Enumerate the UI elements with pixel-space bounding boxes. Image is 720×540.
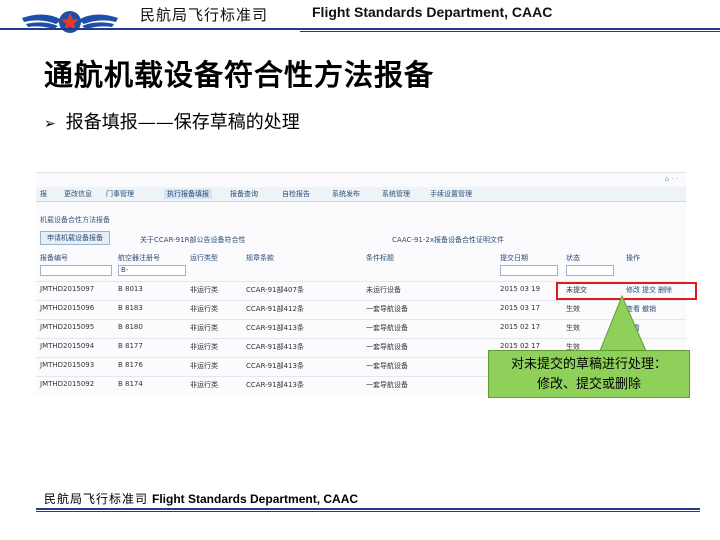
table-cell-rule: CCAR-91部413条 <box>246 343 304 351</box>
table-cell-item: 一套导航设备 <box>366 362 408 370</box>
footer-en: Flight Standards Department, CAAC <box>152 492 359 506</box>
nav-item[interactable]: 系统管理 <box>382 189 410 199</box>
table-cell-item: 一套导航设备 <box>366 381 408 389</box>
row-action-link[interactable]: 查看 <box>626 323 640 333</box>
top-corner-link[interactable]: ⌂ · · <box>665 175 678 183</box>
callout-line-2: 修改、提交或删除 <box>536 377 641 392</box>
column-header: 报备编号 <box>40 254 68 262</box>
filter-date-input[interactable] <box>500 265 558 276</box>
nav-item[interactable]: 手续设置管理 <box>430 189 472 199</box>
nav-item[interactable]: 更改信息 <box>64 189 92 199</box>
table-cell-item: 一套导航设备 <box>366 324 408 332</box>
table-cell-id: JMTHD2015097 <box>40 285 95 293</box>
filter-status-select[interactable] <box>566 265 614 276</box>
column-header: 提交日期 <box>500 254 528 262</box>
row-action-link[interactable]: 查看 <box>626 304 640 314</box>
notice-link[interactable]: CAAC-91-2x报备设备合性证明文件 <box>392 235 504 245</box>
breadcrumb: 机载设备合性方法报备 <box>40 216 110 224</box>
row-action-link[interactable]: 撤销 <box>642 304 656 314</box>
row-divider <box>36 319 686 320</box>
table-cell-reg: B 8174 <box>118 380 143 388</box>
bullet-text: 报备填报——保存草稿的处理 <box>65 112 300 133</box>
header-rule-thin <box>300 31 720 32</box>
nav-item[interactable]: 系统发布 <box>332 189 360 199</box>
highlight-box <box>556 282 697 300</box>
nav-item[interactable]: 报备查询 <box>230 189 258 199</box>
apply-button[interactable]: 申请机载设备报备 <box>40 231 110 245</box>
header-department-cn: 民航局飞行标准司 <box>140 6 269 24</box>
row-divider <box>36 338 686 339</box>
table-cell-date: 2015 02 17 <box>500 342 541 350</box>
filter-reg-input[interactable]: B- <box>118 265 186 276</box>
table-cell-type: 非运行类 <box>190 305 218 313</box>
table-cell-type: 非运行类 <box>190 343 218 351</box>
caac-logo <box>22 11 118 33</box>
bullet-item: ➢ 报备填报——保存草稿的处理 <box>44 108 300 134</box>
table-cell-item: 一套导航设备 <box>366 343 408 351</box>
table-cell-item: 未运行设备 <box>366 286 401 294</box>
notice-link[interactable]: 关于CCAR-91R部公告设备符合性 <box>140 235 245 245</box>
column-header: 操作 <box>626 254 640 262</box>
table-cell-date: 2015 02 17 <box>500 323 541 331</box>
table-cell-reg: B 8013 <box>118 285 143 293</box>
table-cell-id: JMTHD2015092 <box>40 380 95 388</box>
header-department-en: Flight Standards Department, CAAC <box>312 4 553 20</box>
table-cell-rule: CCAR-91部413条 <box>246 362 304 370</box>
table-cell-reg: B 8176 <box>118 361 143 369</box>
table-cell-date: 2015 03 17 <box>500 304 541 312</box>
table-cell-id: JMTHD2015093 <box>40 361 95 369</box>
nav-item[interactable]: 报 <box>40 189 47 199</box>
slide-title: 通航机载设备符合性方法报备 <box>44 58 435 92</box>
table-cell-rule: CCAR-91部412条 <box>246 305 304 313</box>
table-cell-status: 生效 <box>566 324 580 332</box>
footer-department: 民航局飞行标准司 Flight Standards Department, CAA… <box>44 490 358 507</box>
table-cell-status: 生效 <box>566 305 580 313</box>
footer-rule-thin <box>36 511 700 512</box>
table-cell-date: 2015 03 19 <box>500 285 541 293</box>
table-cell-reg: B 8180 <box>118 323 143 331</box>
table-cell-item: 一套导航设备 <box>366 305 408 313</box>
filter-id-input[interactable] <box>40 265 112 276</box>
nav-item[interactable]: 门事管理 <box>106 189 134 199</box>
column-header: 航空器注册号 <box>118 254 160 262</box>
table-cell-reg: B 8183 <box>118 304 143 312</box>
column-header: 规章条款 <box>246 254 274 262</box>
table-cell-rule: CCAR-91部413条 <box>246 381 304 389</box>
footer-cn: 民航局飞行标准司 <box>44 492 149 506</box>
nav-item-active[interactable]: 执行报备填报 <box>164 189 212 199</box>
nav-bar: 报 更改信息 门事管理 执行报备填报 报备查询 自检报告 系统发布 系统管理 手… <box>36 187 686 202</box>
footer-rule <box>36 508 700 510</box>
row-divider <box>36 300 686 301</box>
nav-item[interactable]: 自检报告 <box>282 189 310 199</box>
table-cell-type: 非运行类 <box>190 381 218 389</box>
table-cell-reg: B 8177 <box>118 342 143 350</box>
arrow-bullet-icon: ➢ <box>44 116 56 132</box>
column-header: 运行类型 <box>190 254 218 262</box>
table-cell-rule: CCAR-91部413条 <box>246 324 304 332</box>
callout-line-1: 对未提交的草稿进行处理： <box>510 357 667 372</box>
table-cell-type: 非运行类 <box>190 324 218 332</box>
table-cell-type: 非运行类 <box>190 286 218 294</box>
column-header: 状态 <box>566 254 580 262</box>
table-cell-id: JMTHD2015096 <box>40 304 95 312</box>
column-header: 条件标题 <box>366 254 394 262</box>
table-cell-id: JMTHD2015095 <box>40 323 95 331</box>
header-rule <box>0 28 720 30</box>
table-cell-type: 非运行类 <box>190 362 218 370</box>
callout-note: 对未提交的草稿进行处理： 修改、提交或删除 <box>488 350 690 398</box>
table-cell-id: JMTHD2015094 <box>40 342 95 350</box>
table-cell-rule: CCAR-91部407条 <box>246 286 304 294</box>
